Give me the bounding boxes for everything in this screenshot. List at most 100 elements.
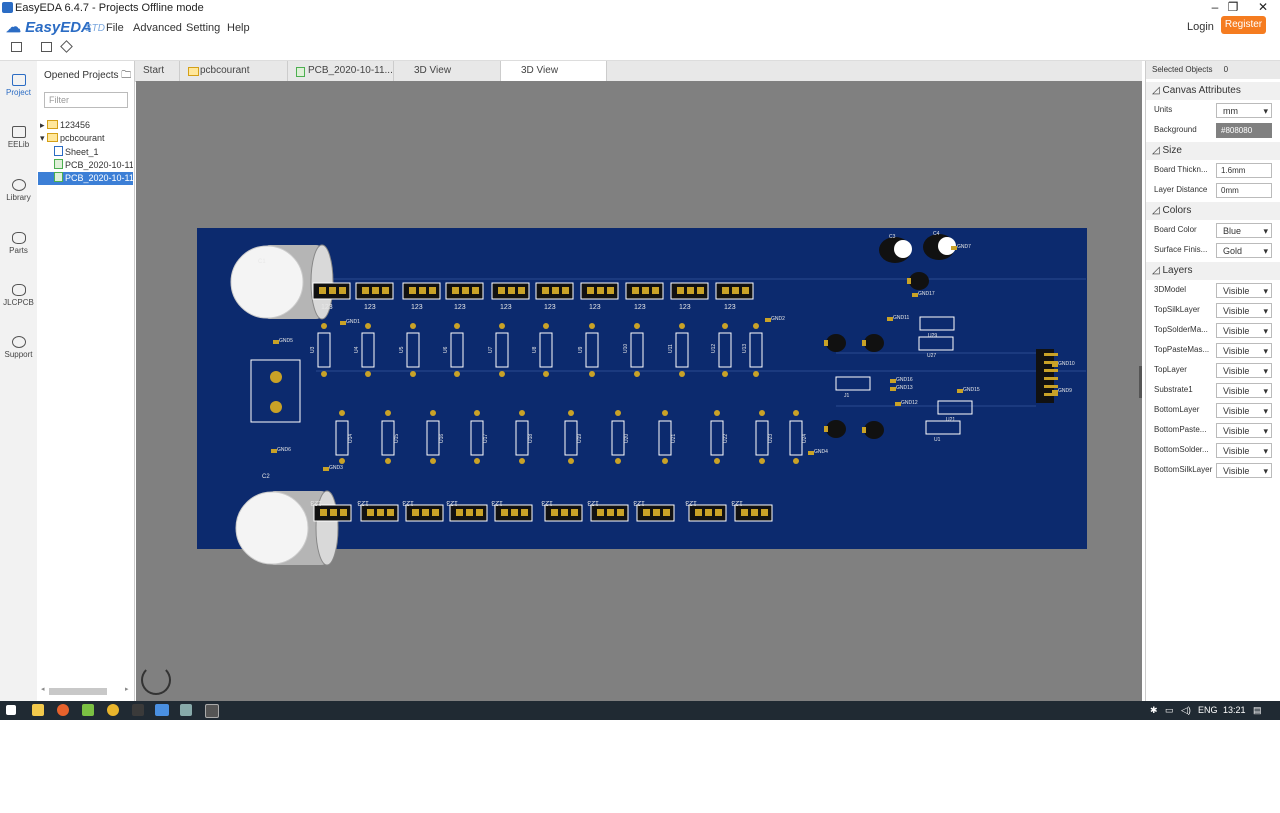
notepad-icon[interactable] xyxy=(82,704,94,716)
tree-folder-123456[interactable]: ▸ 123456 xyxy=(40,119,132,132)
scrollbar-thumb[interactable] xyxy=(49,688,107,695)
register-button[interactable]: Register xyxy=(1221,16,1266,34)
tree-sheet[interactable]: Sheet_1 xyxy=(54,146,132,159)
resistor-label: U20 xyxy=(624,434,630,443)
surface-finish-select[interactable]: Gold xyxy=(1216,243,1272,258)
layer-visibility-select[interactable]: Visible xyxy=(1216,323,1272,338)
layer-visibility-select[interactable]: Visible xyxy=(1216,383,1272,398)
layer-name: TopLayer xyxy=(1154,365,1187,374)
clock[interactable]: 13:21 xyxy=(1223,705,1246,715)
rotate-icon[interactable] xyxy=(141,665,171,695)
app2-icon[interactable] xyxy=(180,704,192,716)
explorer-icon[interactable] xyxy=(32,704,44,716)
scroll-left-icon[interactable]: ◂ xyxy=(41,685,45,693)
folder-icon[interactable]: 🗀 xyxy=(121,70,131,81)
nav-library[interactable]: Library xyxy=(0,179,37,202)
board-color-select[interactable]: Blue xyxy=(1216,223,1272,238)
transistor-body xyxy=(864,421,884,439)
network-icon[interactable]: ▭ xyxy=(1165,705,1174,716)
menu-file[interactable]: File xyxy=(106,22,124,34)
resistor-label: U18 xyxy=(528,434,534,443)
header-pin xyxy=(377,509,384,516)
filter-input[interactable]: Filter xyxy=(44,92,128,108)
right-collapse-handle[interactable] xyxy=(1139,366,1142,398)
volume-icon[interactable]: ◁) xyxy=(1181,705,1191,716)
tab-pcb[interactable]: PCB_2020-10-11... xyxy=(288,61,394,81)
tab-3d-view-1[interactable]: 3D View xyxy=(394,61,501,81)
tree-pcb-3d[interactable]: PCB_2020-10-11_1 xyxy=(38,172,133,185)
layer-visibility-select[interactable]: Visible xyxy=(1216,423,1272,438)
layer-visibility-select[interactable]: Visible xyxy=(1216,403,1272,418)
terminal-icon[interactable] xyxy=(205,704,219,718)
header-pin xyxy=(476,509,483,516)
maximize-icon[interactable]: ❐ xyxy=(1218,0,1248,16)
tab-3d-view-2[interactable]: 3D View xyxy=(501,61,607,81)
transistor-body xyxy=(826,420,846,438)
header-pin-label: 123 xyxy=(454,304,466,311)
menu-advanced[interactable]: Advanced xyxy=(133,22,182,34)
header-pin xyxy=(456,509,463,516)
small-cap-top xyxy=(894,240,912,258)
background-color-input[interactable]: #808080 xyxy=(1216,123,1272,138)
bluetooth-icon[interactable]: ✱ xyxy=(1150,705,1158,716)
header-pin xyxy=(607,287,614,294)
tree-pcb[interactable]: PCB_2020-10-11_1 xyxy=(54,159,133,172)
tree-folder-pcbcourant[interactable]: ▾ pcbcourant xyxy=(40,132,132,145)
easyeda-icon[interactable] xyxy=(155,704,169,716)
resistor-pad xyxy=(662,410,668,416)
ic-label: U21 xyxy=(946,417,955,423)
section-size[interactable]: ◿ Size xyxy=(1146,142,1280,160)
tab-start[interactable]: Start xyxy=(135,61,180,81)
login-link[interactable]: Login xyxy=(1187,21,1214,33)
nav-support[interactable]: Support xyxy=(0,336,37,359)
layer-visibility-select[interactable]: Visible xyxy=(1216,283,1272,298)
resistor-label: U7 xyxy=(488,346,494,353)
notifications-icon[interactable]: ▤ xyxy=(1253,705,1262,716)
start-icon[interactable] xyxy=(6,705,16,715)
language-indicator[interactable]: ENG xyxy=(1198,705,1218,715)
tab-pcb-label: PCB_2020-10-11... xyxy=(308,65,393,76)
3d-canvas[interactable]: C1 C2 C3 C4 123 123 123 123 123 123 123 123 123 123 12… xyxy=(136,81,1142,701)
terminal-pad xyxy=(270,371,282,383)
menu-help[interactable]: Help xyxy=(227,22,250,34)
nav-jlcpcb[interactable]: JLCPCB xyxy=(0,284,37,307)
app-icon[interactable] xyxy=(132,704,144,716)
tab-pcbcourant[interactable]: pcbcourant xyxy=(180,61,288,81)
section-colors[interactable]: ◿ Colors xyxy=(1146,202,1280,220)
layer-visibility-select[interactable]: Visible xyxy=(1216,303,1272,318)
open-folder-icon[interactable] xyxy=(11,42,22,52)
image-icon[interactable] xyxy=(41,42,52,52)
layers-icon[interactable] xyxy=(60,40,73,53)
nav-project[interactable]: Project xyxy=(0,74,37,97)
layer-visibility-select[interactable]: Visible xyxy=(1216,363,1272,378)
layer-visibility-select[interactable]: Visible xyxy=(1216,343,1272,358)
nav-project-label: Project xyxy=(6,88,31,97)
nav-parts[interactable]: Parts xyxy=(0,232,37,255)
units-select[interactable]: mm xyxy=(1216,103,1272,118)
layer-name: BottomSilkLayer xyxy=(1154,465,1213,474)
header-pin-label: 123 xyxy=(500,304,512,311)
section-canvas-attributes[interactable]: ◿ Canvas Attributes xyxy=(1146,82,1280,100)
resistor-label: U8 xyxy=(532,346,538,353)
layer-name: Substrate1 xyxy=(1154,385,1193,394)
layer-distance-input[interactable]: 0mm xyxy=(1216,183,1272,198)
header-pin xyxy=(382,287,389,294)
menu-setting[interactable]: Setting xyxy=(186,22,220,34)
scroll-right-icon[interactable]: ▸ xyxy=(125,685,129,693)
pcb-3d-view[interactable]: C1 C2 C3 C4 123 123 123 123 123 123 123 123 123 123 12… xyxy=(136,81,1142,701)
resistor-pad xyxy=(589,371,595,377)
resistor-pad xyxy=(568,458,574,464)
firefox-icon[interactable] xyxy=(57,704,69,716)
header-pin xyxy=(472,287,479,294)
close-icon[interactable]: ✕ xyxy=(1248,0,1278,16)
layer-visibility-select[interactable]: Visible xyxy=(1216,463,1272,478)
thickness-input[interactable]: 1.6mm xyxy=(1216,163,1272,178)
resistor-label: U17 xyxy=(483,434,489,443)
transistor-body xyxy=(864,334,884,352)
tree-label: PCB_2020-10-11_1 xyxy=(65,160,133,170)
section-layers[interactable]: ◿ Layers xyxy=(1146,262,1280,280)
nav-eelib[interactable]: EELib xyxy=(0,126,37,149)
chrome-icon[interactable] xyxy=(107,704,119,716)
tree-scrollbar[interactable]: ◂ ▸ xyxy=(41,685,131,695)
layer-visibility-select[interactable]: Visible xyxy=(1216,443,1272,458)
